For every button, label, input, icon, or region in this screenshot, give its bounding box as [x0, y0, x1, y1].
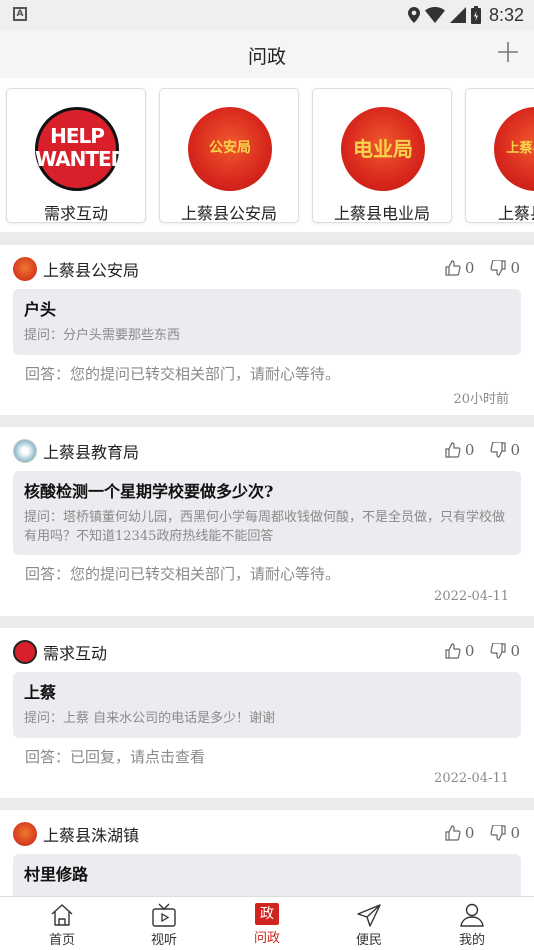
answer-text: 回答：您的提问已转交相关部门，请耐心等待。: [25, 365, 341, 383]
question-post[interactable]: 上蔡县教育局 0 0 核酸检测一个星期学校要做多少次? 提问：塔桥镇董何幼儿园，…: [0, 427, 534, 616]
department-carousel[interactable]: HELP WANTED 需求互动 公安局 上蔡县公安局 电业局 上蔡县电业局 上…: [0, 78, 534, 232]
question-title: 核酸检测一个星期学校要做多少次?: [24, 482, 274, 501]
post-org-name: 上蔡县公安局: [43, 261, 140, 280]
post-org-name: 需求互动: [43, 644, 108, 663]
post-time: 2022-04-11: [434, 589, 509, 604]
tab-video[interactable]: 视听: [134, 903, 194, 948]
battery-icon: [470, 6, 481, 24]
tab-home[interactable]: 首页: [32, 903, 92, 948]
dislike-count: 0: [510, 642, 520, 660]
thumbs-up-icon[interactable]: [445, 643, 461, 659]
post-author[interactable]: 需求互动: [13, 640, 107, 664]
wifi-icon: [424, 7, 445, 23]
question-box[interactable]: 上蔡 提问：上蔡 自来水公司的电话是多少！谢谢: [13, 672, 521, 738]
police-avatar: [13, 257, 37, 281]
thumbs-down-icon[interactable]: [490, 442, 507, 458]
add-question-button[interactable]: [496, 40, 520, 64]
vote-group: 0 0: [445, 642, 520, 660]
question-title: 村里修路: [24, 865, 89, 884]
like-count: 0: [464, 441, 475, 459]
question-text: 提问：上蔡 自来水公司的电话是多少！谢谢: [24, 711, 276, 726]
department-card-demand[interactable]: HELP WANTED 需求互动: [6, 88, 146, 223]
help-wanted-logo: HELP WANTED: [35, 107, 119, 191]
tv-icon: [152, 903, 176, 927]
status-time: 8:32: [488, 4, 524, 25]
status-bar: A 8:32: [0, 0, 534, 30]
thumbs-up-icon[interactable]: [445, 825, 461, 841]
post-time: 20小时前: [453, 392, 509, 407]
question-text: 提问：分户头需要那些东西: [24, 328, 181, 343]
like-count: 0: [464, 824, 475, 842]
post-author[interactable]: 上蔡县洙湖镇: [13, 822, 139, 846]
answer-text: 回答：您的提问已转交相关部门，请耐心等待。: [25, 565, 341, 583]
thumbs-down-icon[interactable]: [490, 825, 507, 841]
power-bureau-logo: 电业局: [341, 107, 425, 191]
question-box[interactable]: 核酸检测一个星期学校要做多少次? 提问：塔桥镇董何幼儿园，西黑何小学每周都收钱做…: [13, 471, 521, 555]
department-card-police[interactable]: 公安局 上蔡县公安局: [159, 88, 299, 223]
town-avatar: [13, 822, 37, 846]
question-title: 上蔡: [24, 683, 57, 702]
dislike-count: 0: [510, 259, 520, 277]
divider: [0, 415, 534, 427]
tab-mine[interactable]: 我的: [442, 903, 502, 948]
thumbs-up-icon[interactable]: [445, 442, 461, 458]
zheng-icon: 政: [255, 903, 279, 925]
question-post[interactable]: 上蔡县洙湖镇 0 0 村里修路: [0, 810, 534, 896]
thumbs-down-icon[interactable]: [490, 643, 507, 659]
user-icon: [460, 903, 484, 927]
notification-icon: A: [13, 7, 27, 21]
app-header: 问政: [0, 30, 534, 78]
question-box[interactable]: 户头 提问：分户头需要那些东西: [13, 289, 521, 355]
status-icons: 8:32: [407, 4, 524, 26]
like-count: 0: [464, 259, 475, 277]
education-avatar: [13, 439, 37, 463]
vote-group: 0 0: [445, 824, 520, 842]
thumbs-down-icon[interactable]: [490, 260, 507, 276]
post-org-name: 上蔡县洙湖镇: [43, 826, 140, 845]
divider: [0, 232, 534, 245]
like-count: 0: [464, 642, 475, 660]
divider: [0, 616, 534, 628]
post-org-name: 上蔡县教育局: [43, 443, 140, 462]
bottom-tab-bar: 首页 视听 政 问政 便民 我的: [0, 896, 534, 950]
vote-group: 0 0: [445, 441, 520, 459]
tab-wenzheng[interactable]: 政 问政: [237, 903, 297, 946]
question-post[interactable]: 上蔡县公安局 0 0 户头 提问：分户头需要那些东西 回答：您的提问已转交相关部…: [0, 245, 534, 415]
department-card-partial[interactable]: 上蔡县 上蔡县: [465, 88, 534, 223]
question-post[interactable]: 需求互动 0 0 上蔡 提问：上蔡 自来水公司的电话是多少！谢谢 回答：已回复，…: [0, 628, 534, 798]
department-label: 上蔡县: [498, 204, 534, 223]
vote-group: 0 0: [445, 259, 520, 277]
tab-convenience[interactable]: 便民: [339, 903, 399, 948]
signal-icon: [449, 7, 466, 23]
home-icon: [51, 904, 73, 926]
post-time: 2022-04-11: [434, 771, 509, 786]
question-text: 提问：塔桥镇董何幼儿园，西黑何小学每周都收钱做何酸，不是全员做，只有学校做有用吗…: [24, 510, 506, 544]
department-card-power[interactable]: 电业局 上蔡县电业局: [312, 88, 452, 223]
answer-link[interactable]: 回答：已回复，请点击查看: [25, 746, 205, 767]
department-label: 上蔡县公安局: [180, 204, 277, 223]
send-icon: [357, 904, 381, 927]
demand-avatar: [13, 640, 37, 664]
location-icon: [407, 7, 420, 23]
question-title: 户头: [24, 300, 57, 319]
department-label: 上蔡县电业局: [333, 204, 430, 223]
page-title: 问政: [247, 46, 286, 68]
post-author[interactable]: 上蔡县公安局: [13, 257, 139, 281]
department-logo: 上蔡县: [494, 107, 534, 191]
department-label: 需求互动: [43, 204, 108, 223]
divider: [0, 798, 534, 810]
question-box[interactable]: 村里修路: [13, 854, 521, 896]
dislike-count: 0: [510, 441, 520, 459]
police-bureau-logo: 公安局: [188, 107, 272, 191]
post-author[interactable]: 上蔡县教育局: [13, 439, 139, 463]
thumbs-up-icon[interactable]: [445, 260, 461, 276]
dislike-count: 0: [510, 824, 520, 842]
